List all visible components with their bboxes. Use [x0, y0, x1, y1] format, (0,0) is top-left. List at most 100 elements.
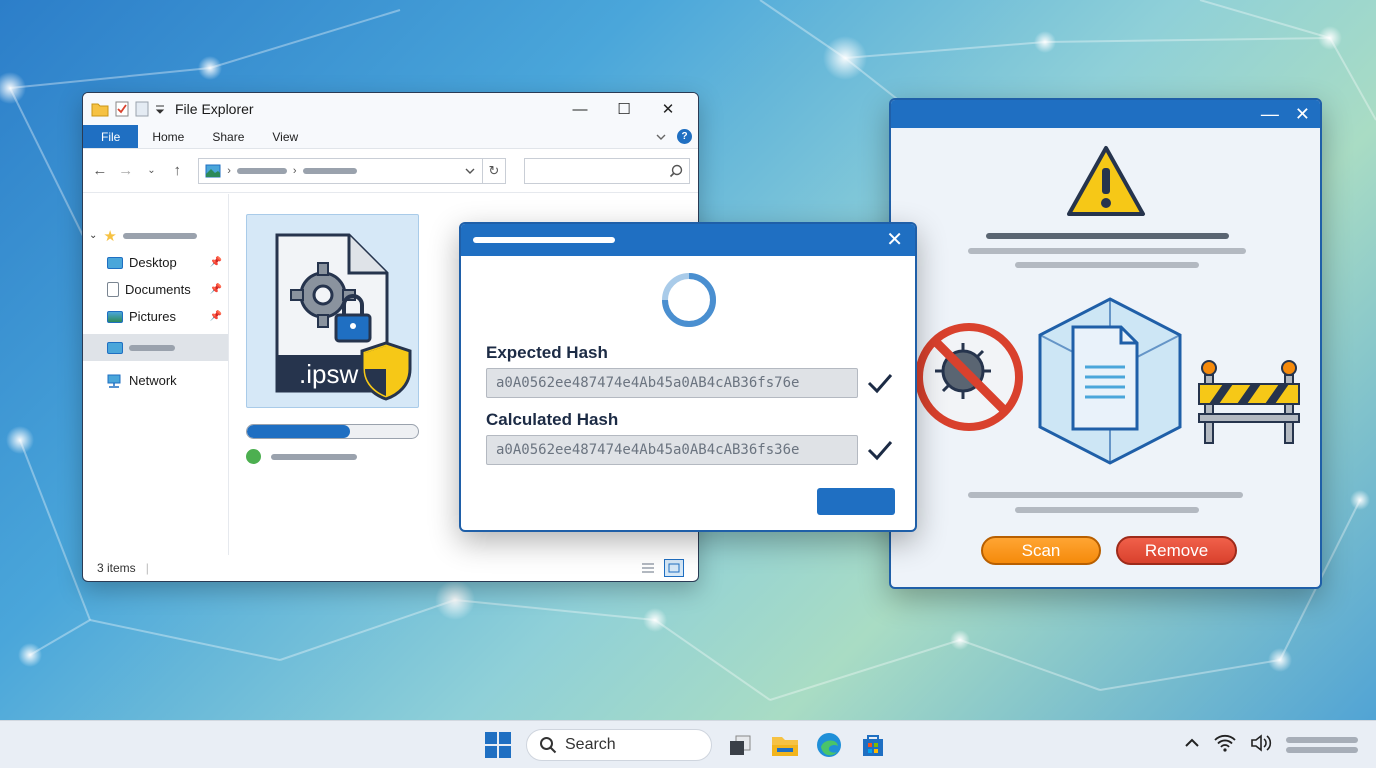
- file-item-ipsw[interactable]: .ipsw: [246, 214, 419, 408]
- address-dropdown-icon[interactable]: [464, 165, 476, 177]
- expected-hash-field[interactable]: a0A0562ee487474e4Ab45a0AB4cAB36fs76e: [486, 368, 858, 398]
- file-explorer-taskbar-icon[interactable]: [770, 730, 800, 760]
- details-view-icon[interactable]: [638, 559, 658, 577]
- barrier-icon: [1198, 360, 1300, 444]
- navigation-bar: ← → ⌄ ↑ › › ↻: [83, 149, 698, 193]
- search-icon: [540, 737, 557, 754]
- calculated-hash-field[interactable]: a0A0562ee487474e4Ab45a0AB4cAB36fs36e: [486, 435, 858, 465]
- large-icons-view-icon[interactable]: [664, 559, 684, 577]
- start-icon[interactable]: [484, 731, 512, 759]
- window-title: File Explorer: [175, 101, 254, 117]
- status-ok-indicator: [246, 449, 261, 464]
- item-count: 3 items: [97, 561, 136, 575]
- breadcrumb-separator-icon: ›: [292, 164, 297, 177]
- clock-placeholder[interactable]: [1286, 733, 1358, 757]
- refresh-icon[interactable]: ↻: [482, 157, 506, 184]
- location-icon: [205, 164, 221, 177]
- volume-icon[interactable]: [1250, 733, 1272, 757]
- checkmark-icon: [867, 374, 893, 394]
- status-divider: |: [145, 561, 149, 575]
- chevron-up-icon[interactable]: [1184, 736, 1200, 754]
- quarantine-cube-icon: [1038, 297, 1182, 465]
- pin-icon[interactable]: 📌: [210, 257, 222, 268]
- calculated-hash-label: Calculated Hash: [486, 410, 619, 429]
- computer-icon: [107, 341, 123, 354]
- ribbon-tabs: File Home Share View ?: [83, 125, 698, 149]
- search-placeholder: Search: [565, 736, 616, 753]
- ipsw-file-icon: .ipsw: [275, 233, 412, 401]
- help-icon[interactable]: ?: [677, 129, 692, 144]
- breadcrumb-segment[interactable]: [302, 167, 357, 174]
- sidebar-item-documents[interactable]: Documents 📌: [83, 276, 228, 303]
- security-scan-window: — ✕ Scan Remove: [889, 98, 1322, 589]
- file-extension-label: .ipsw: [299, 359, 358, 389]
- task-view-icon[interactable]: [726, 730, 756, 760]
- sidebar-item-label: Documents: [125, 282, 191, 297]
- dialog-title-placeholder: [473, 237, 615, 243]
- sidebar-item-label: Pictures: [129, 309, 176, 324]
- dialog-titlebar: ✕: [461, 224, 915, 256]
- recent-locations-icon[interactable]: ⌄: [143, 165, 161, 176]
- loading-spinner-icon: [662, 273, 716, 327]
- close-button[interactable]: ✕: [1295, 104, 1310, 125]
- close-button[interactable]: ✕: [886, 230, 903, 250]
- hash-verification-dialog: ✕ Expected Hash a0A0562ee487474e4Ab45a0A…: [459, 222, 917, 532]
- taskbar-search-box[interactable]: Search: [526, 729, 712, 761]
- search-icon: [669, 164, 683, 177]
- sidebar-item-label: Desktop: [129, 255, 177, 270]
- copy-progress-fill: [247, 425, 350, 438]
- breadcrumb-segment[interactable]: [236, 167, 287, 174]
- sidebar-item-label: Network: [129, 373, 177, 388]
- store-icon[interactable]: [858, 730, 888, 760]
- sidebar-item-network[interactable]: Network: [83, 367, 228, 394]
- tab-home[interactable]: Home: [138, 125, 198, 148]
- tab-file[interactable]: File: [83, 125, 139, 148]
- sidebar-item-this-pc[interactable]: [83, 334, 228, 361]
- navigation-pane: ⌄ ★ Desktop 📌 Documents 📌 Pictures 📌 Net…: [83, 194, 229, 555]
- copy-progress-bar: [246, 424, 419, 439]
- quick-access-label: [122, 232, 197, 239]
- pictures-icon: [107, 310, 123, 323]
- minimize-button[interactable]: —: [1261, 104, 1279, 125]
- up-arrow-icon[interactable]: ↑: [168, 162, 186, 179]
- scan-button[interactable]: Scan: [981, 536, 1101, 565]
- status-label-placeholder: [271, 454, 357, 460]
- status-bar: 3 items |: [83, 555, 698, 581]
- quick-access-dropdown-icon[interactable]: [155, 101, 165, 117]
- pin-icon[interactable]: 📌: [210, 311, 222, 322]
- minimize-button[interactable]: —: [558, 94, 602, 124]
- network-icon: [107, 374, 121, 388]
- sidebar-item-pictures[interactable]: Pictures 📌: [83, 303, 228, 330]
- explorer-titlebar: File Explorer — ☐ ✕: [83, 93, 698, 125]
- sidebar-item-desktop[interactable]: Desktop 📌: [83, 249, 228, 276]
- documents-icon: [107, 282, 119, 297]
- tab-view[interactable]: View: [258, 125, 312, 148]
- taskbar: Search: [0, 720, 1376, 768]
- explorer-search-input[interactable]: [523, 157, 691, 184]
- new-folder-icon[interactable]: [135, 101, 149, 117]
- checkmark-icon: [867, 441, 893, 461]
- properties-icon[interactable]: [115, 101, 129, 117]
- desktop-icon: [107, 256, 123, 269]
- maximize-button[interactable]: ☐: [602, 94, 646, 124]
- security-titlebar: — ✕: [891, 100, 1320, 128]
- remove-button[interactable]: Remove: [1116, 536, 1237, 565]
- warning-icon: [1067, 146, 1145, 216]
- sidebar-item-quick-access[interactable]: ⌄ ★: [83, 222, 228, 249]
- expected-hash-label: Expected Hash: [486, 343, 608, 362]
- folder-icon: [91, 103, 109, 117]
- star-icon: ★: [103, 227, 117, 245]
- wifi-icon[interactable]: [1214, 734, 1236, 757]
- pin-icon[interactable]: 📌: [210, 284, 222, 295]
- close-button[interactable]: ✕: [646, 94, 690, 124]
- forward-arrow-icon[interactable]: →: [117, 162, 135, 179]
- this-pc-label: [129, 344, 175, 351]
- ok-button[interactable]: [817, 488, 895, 515]
- address-bar[interactable]: › ›: [198, 157, 484, 184]
- chevron-down-icon: ⌄: [89, 230, 98, 241]
- expand-ribbon-icon[interactable]: [655, 131, 667, 143]
- edge-browser-icon[interactable]: [814, 730, 844, 760]
- tab-share[interactable]: Share: [198, 125, 258, 148]
- back-arrow-icon[interactable]: ←: [91, 162, 109, 179]
- breadcrumb-separator-icon: ›: [227, 164, 231, 177]
